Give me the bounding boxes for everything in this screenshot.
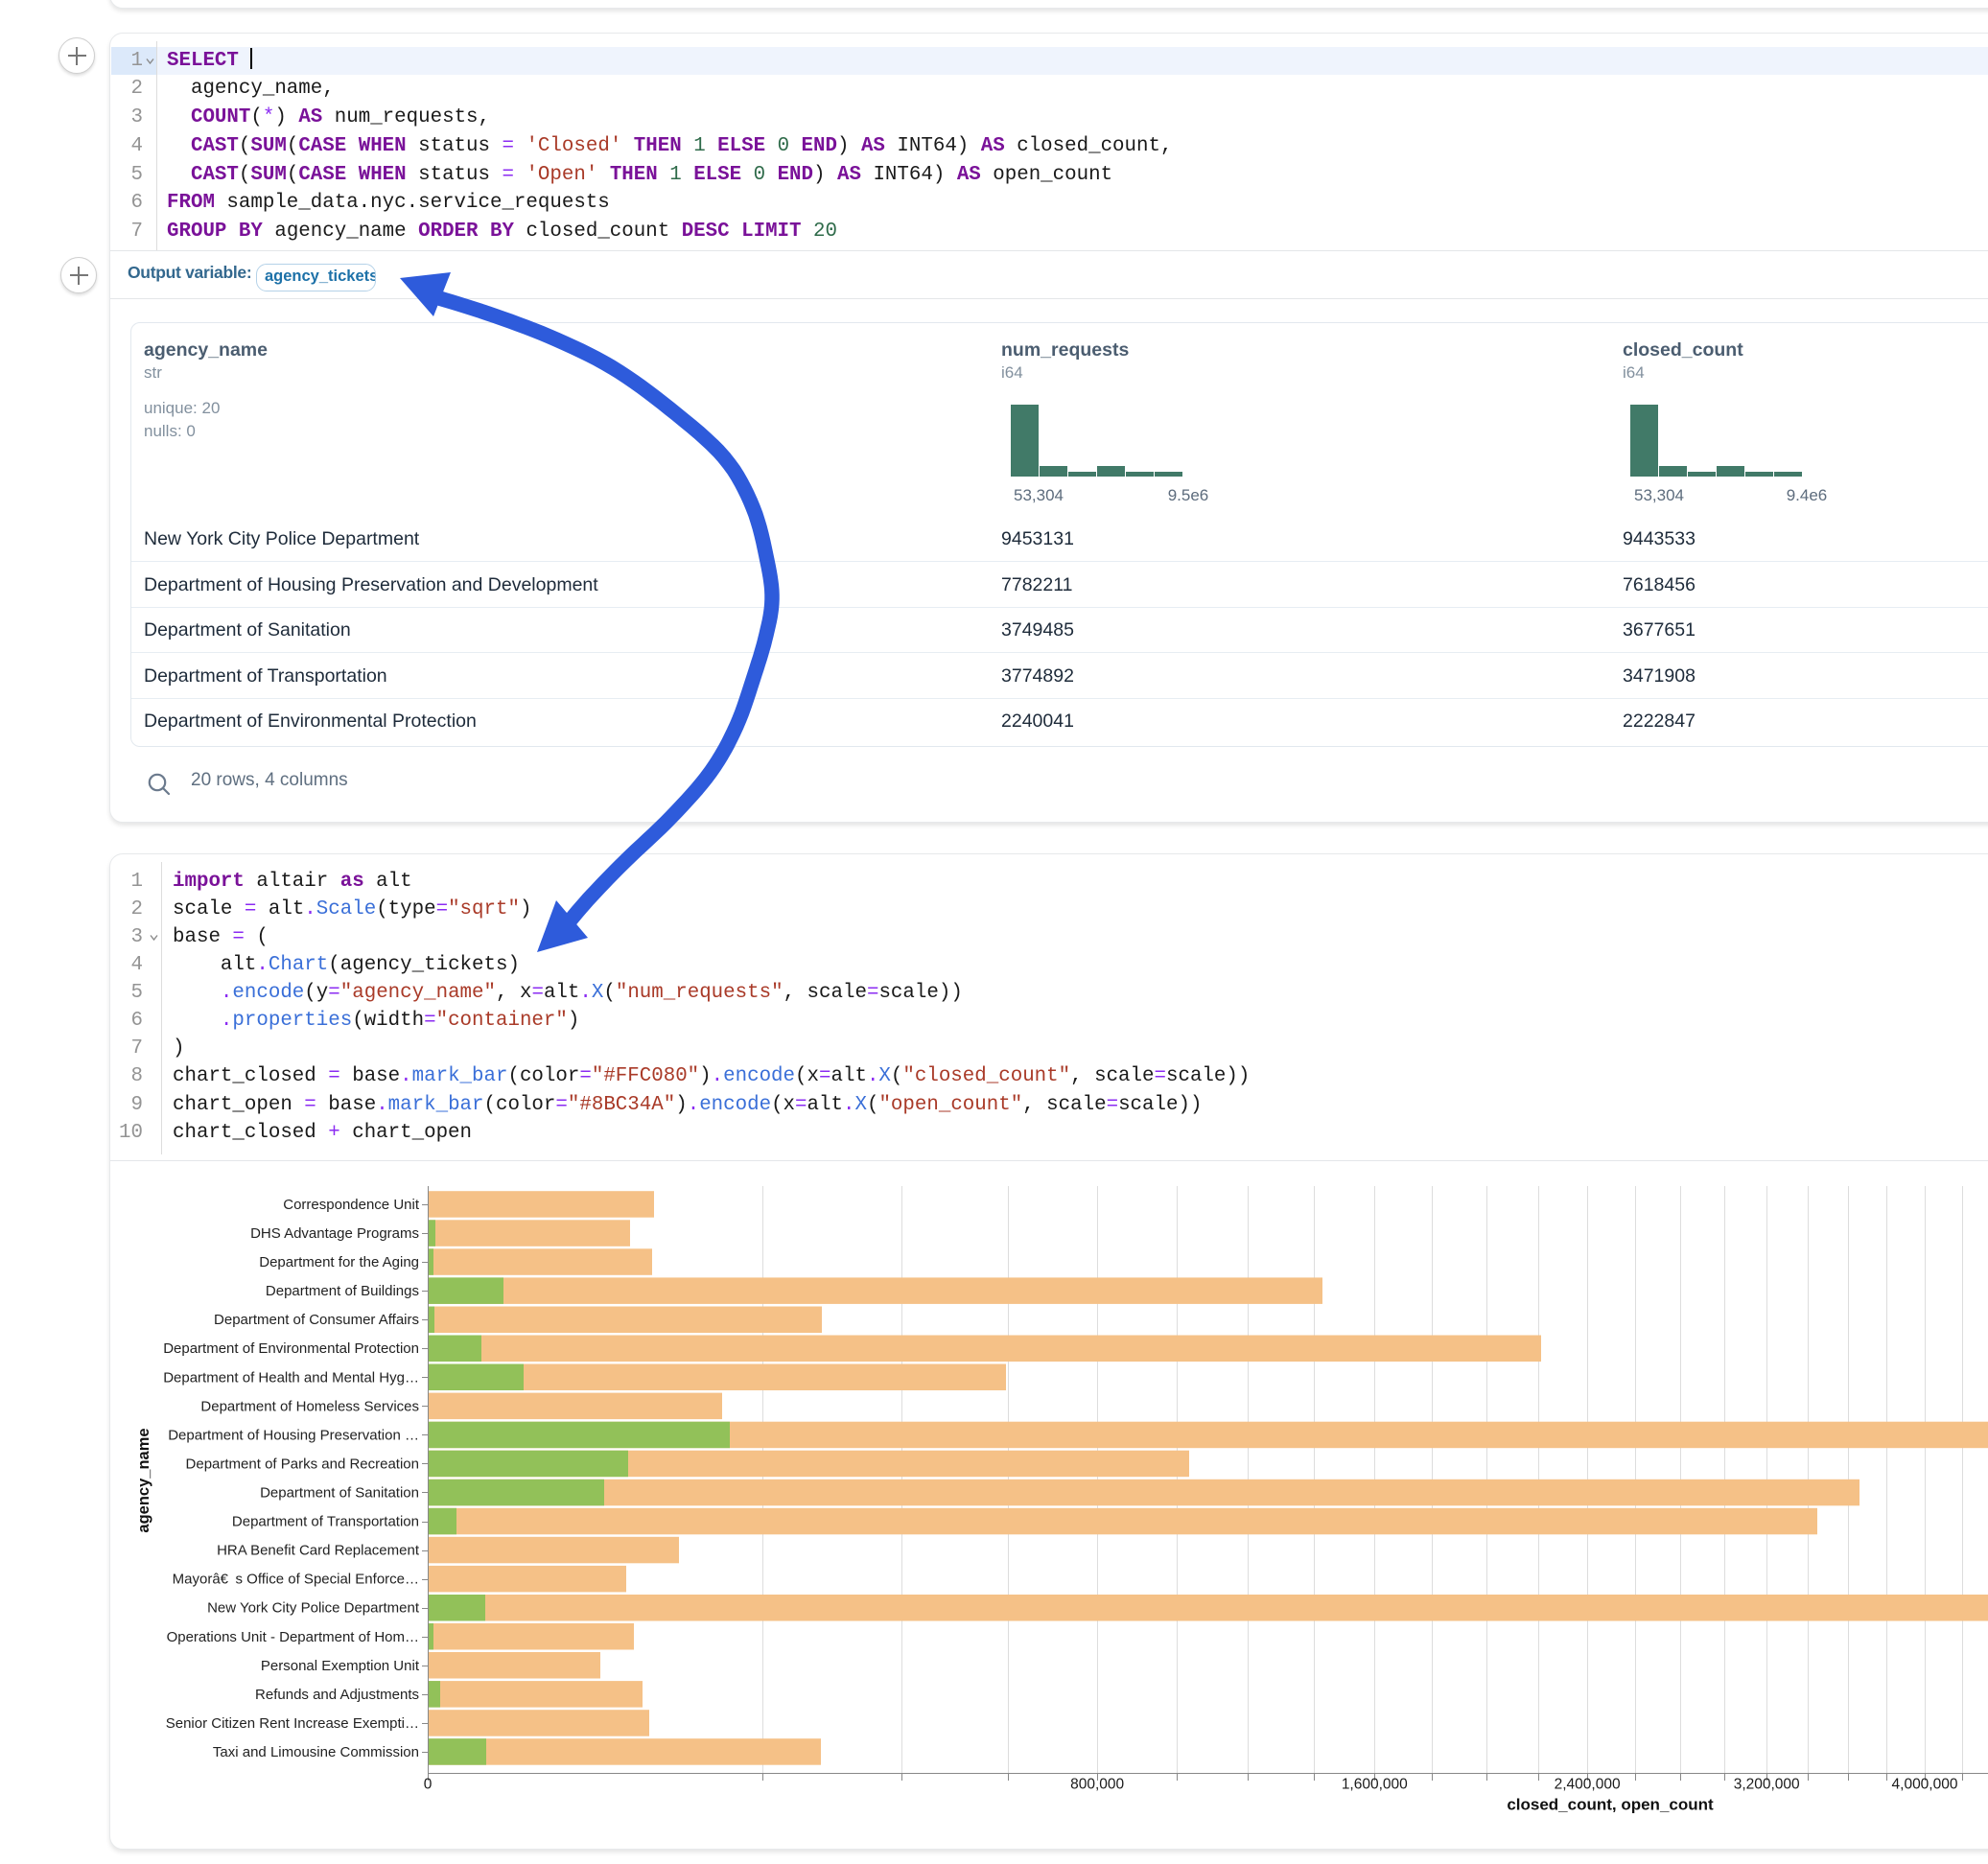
svg-text:agency_name: agency_name [135,1428,152,1532]
svg-text:Department for the Aging: Department for the Aging [259,1254,419,1270]
svg-text:Department of Housing Preserva: Department of Housing Preservation … [168,1427,419,1443]
svg-text:Personal Exemption Unit: Personal Exemption Unit [261,1658,420,1674]
svg-text:New York City Police Departmen: New York City Police Department [207,1600,420,1617]
svg-text:3,200,000: 3,200,000 [1734,1777,1800,1793]
svg-text:4,000,000: 4,000,000 [1892,1777,1958,1793]
svg-text:Taxi and Limousine Commission: Taxi and Limousine Commission [213,1744,419,1760]
svg-text:Mayorâ€ s Office of Special En: Mayorâ€ s Office of Special Enforce… [173,1572,419,1588]
svg-text:Department of Health and Menta: Department of Health and Mental Hyg… [163,1369,419,1386]
svg-text:0: 0 [424,1777,433,1793]
svg-text:Department of Consumer Affairs: Department of Consumer Affairs [214,1312,419,1328]
svg-text:Department of Environmental Pr: Department of Environmental Protection [163,1340,419,1357]
svg-text:800,000: 800,000 [1070,1777,1124,1793]
svg-text:Refunds and Adjustments: Refunds and Adjustments [255,1687,419,1703]
svg-text:Department of Homeless Service: Department of Homeless Services [200,1398,419,1414]
svg-text:1,600,000: 1,600,000 [1342,1777,1408,1793]
svg-text:Correspondence Unit: Correspondence Unit [283,1197,420,1213]
svg-text:Department of Buildings: Department of Buildings [266,1283,419,1299]
svg-text:HRA Benefit Card Replacement: HRA Benefit Card Replacement [217,1543,420,1559]
svg-text:Department of Parks and Recrea: Department of Parks and Recreation [186,1456,419,1473]
svg-text:DHS Advantage Programs: DHS Advantage Programs [250,1225,419,1242]
svg-text:Department of Sanitation: Department of Sanitation [260,1485,419,1502]
svg-text:Senior Citizen Rent Increase E: Senior Citizen Rent Increase Exempti… [166,1715,419,1732]
svg-text:Operations Unit - Department o: Operations Unit - Department of Hom… [167,1629,419,1645]
svg-text:2,400,000: 2,400,000 [1555,1777,1621,1793]
svg-text:Department of Transportation: Department of Transportation [232,1514,419,1530]
svg-text:closed_count, open_count: closed_count, open_count [1507,1796,1714,1814]
